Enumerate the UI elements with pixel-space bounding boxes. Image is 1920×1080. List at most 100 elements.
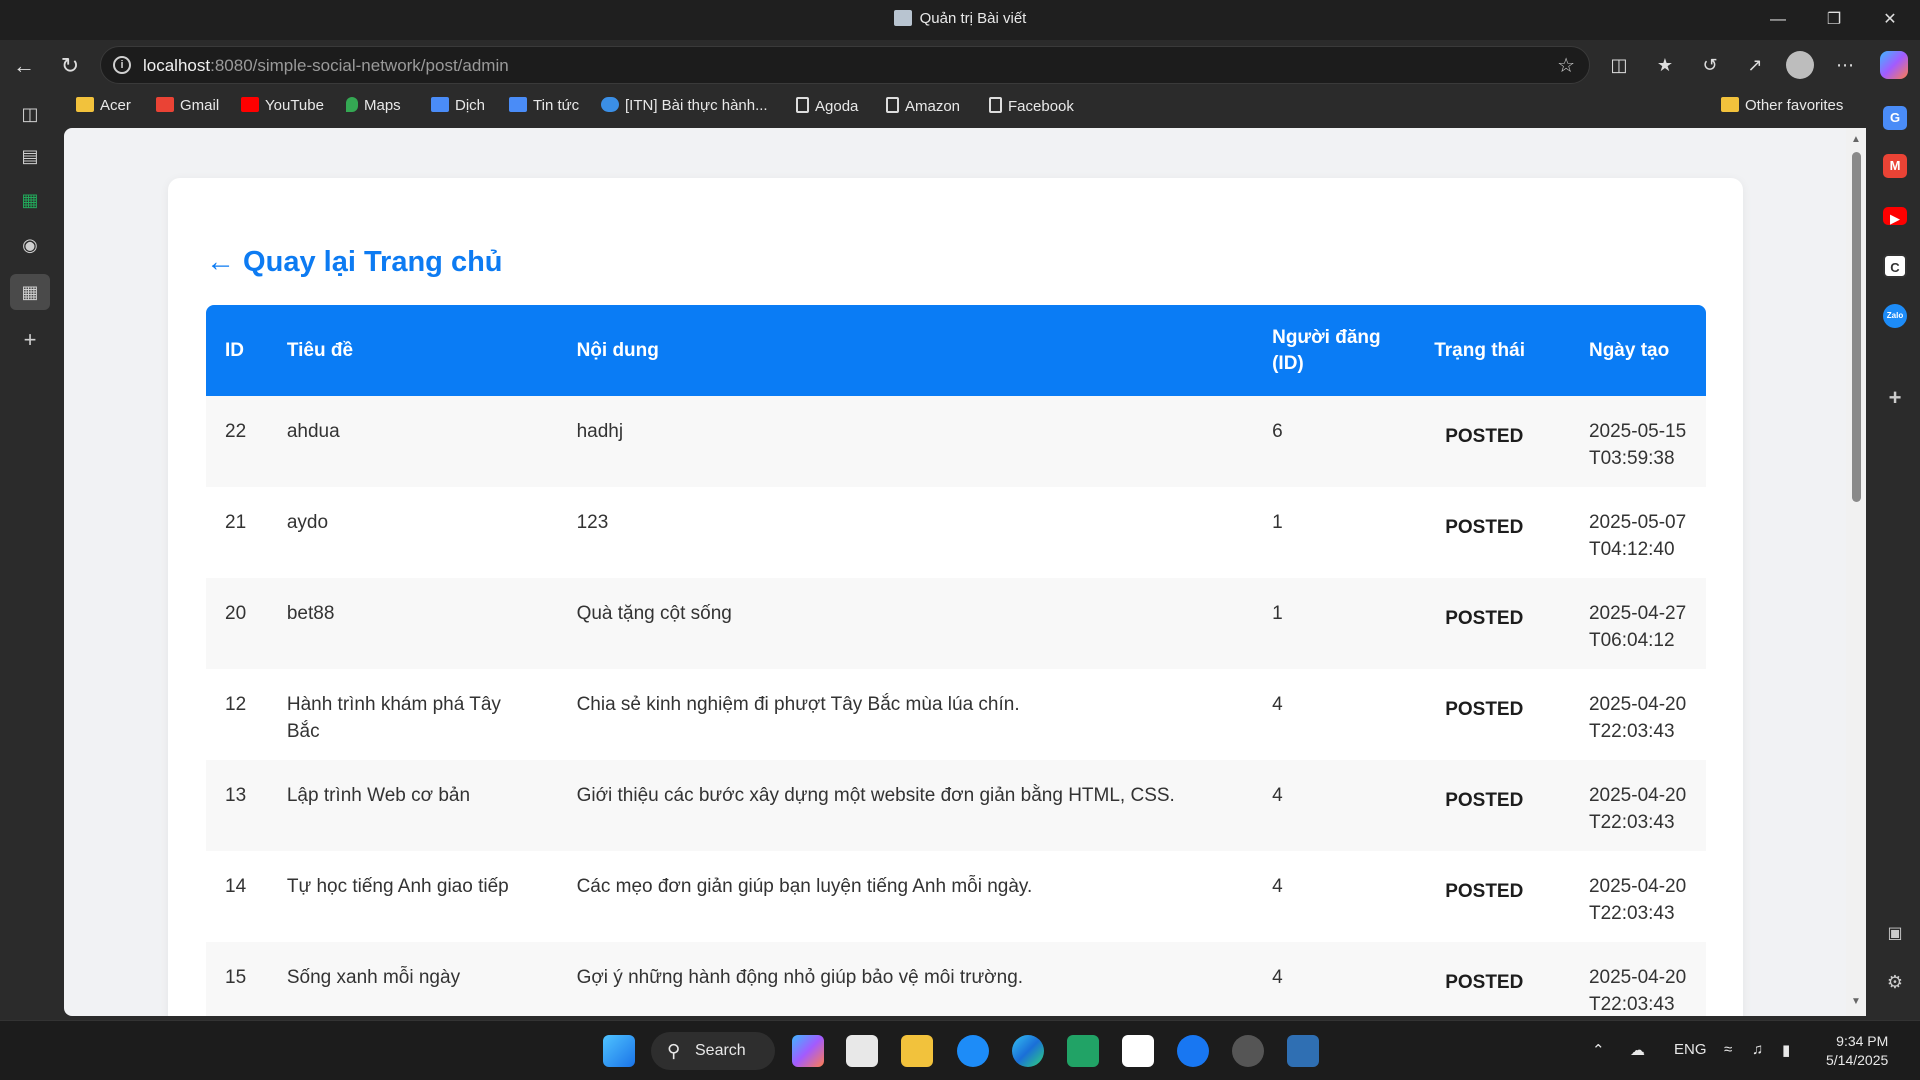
table-row: 21 aydo 123 1 POSTED 2025-05-07T04:12:40 [206, 487, 1706, 578]
clock[interactable]: 9:34 PM 5/14/2025 [1826, 1032, 1888, 1070]
onedrive-icon[interactable]: ☁ [1630, 1041, 1645, 1059]
volume-icon[interactable]: ♫ [1752, 1041, 1763, 1058]
folder-icon [76, 97, 94, 112]
url-text[interactable]: localhost:8080/simple-social-network/pos… [143, 56, 509, 76]
share-icon[interactable]: ↗ [1742, 52, 1768, 78]
posts-table: ID Tiêu đề Nội dung Người đăng (ID) Trạn… [206, 305, 1706, 1016]
cell-title: bet88 [267, 578, 558, 669]
window-title: Quản trị Bài viết [0, 10, 1920, 27]
wifi-icon[interactable]: ≈ [1724, 1041, 1732, 1058]
favorite-amazon[interactable]: Amazon [886, 97, 960, 115]
address-bar[interactable]: i localhost:8080/simple-social-network/p… [100, 46, 1590, 84]
minimize-button[interactable]: — [1760, 6, 1796, 34]
cell-status: POSTED [1415, 578, 1570, 669]
zalo-sidebar-icon[interactable]: Zalo [1883, 304, 1907, 328]
clock-time: 9:34 PM [1836, 1033, 1889, 1049]
restore-button[interactable]: ❐ [1816, 6, 1852, 34]
new-tab-icon[interactable]: + [18, 328, 42, 352]
cell-user: 1 [1253, 578, 1416, 669]
cell-status: POSTED [1415, 851, 1570, 942]
refresh-icon[interactable]: ↻ [56, 52, 84, 80]
cell-created: 2025-05-07T04:12:40 [1569, 487, 1706, 578]
favorite-dich[interactable]: Dịch [431, 97, 485, 114]
tab-icon[interactable]: ▤ [18, 144, 42, 168]
search-icon: ⚲ [667, 1041, 681, 1061]
start-windows-icon[interactable] [603, 1035, 635, 1067]
cell-content: Giới thiệu các bước xây dựng một website… [557, 760, 1254, 851]
table-row: 12 Hành trình khám phá Tây Bắc Chia sẻ k… [206, 669, 1706, 760]
back-arrow-icon[interactable]: ← [10, 52, 38, 80]
zalo-taskbar-icon[interactable] [957, 1035, 989, 1067]
cell-content: Quà tặng cột sống [557, 578, 1254, 669]
other-favorites[interactable]: Other favorites [1721, 97, 1843, 114]
cell-user: 4 [1253, 942, 1416, 1016]
split-screen-icon[interactable]: ◫ [1606, 52, 1632, 78]
history-icon[interactable]: ↺ [1697, 52, 1723, 78]
add-sidebar-icon[interactable]: + [1883, 386, 1907, 410]
favorite-youtube[interactable]: YouTube [241, 97, 324, 114]
favorite-star-icon[interactable]: ☆ [1557, 53, 1575, 78]
sheets-taskbar-icon[interactable] [1067, 1035, 1099, 1067]
table-row: 14 Tự học tiếng Anh giao tiếp Các mẹo đơ… [206, 851, 1706, 942]
cell-status: POSTED [1415, 396, 1570, 487]
favorite-gmail[interactable]: Gmail [156, 97, 219, 114]
table-row: 22 ahdua hadhj 6 POSTED 2025-05-15T03:59… [206, 396, 1706, 487]
page-scrollbar[interactable]: ▲ ▼ [1846, 128, 1866, 1016]
cell-id: 20 [206, 578, 268, 669]
favorite-maps[interactable]: Maps [346, 97, 401, 114]
show-hidden-icons-icon[interactable]: ⌃ [1592, 1041, 1605, 1059]
settings-gear-icon[interactable]: ⚙ [1883, 970, 1907, 994]
active-tab-icon[interactable]: ▦ [10, 274, 50, 310]
header-created: Ngày tạo [1569, 305, 1706, 396]
youtube-icon [241, 97, 259, 112]
youtube-sidebar-icon[interactable]: ▶ [1883, 207, 1907, 226]
favorites-bar: Acer Gmail YouTube Maps Dịch Tin tức [IT… [60, 90, 1870, 126]
right-sidebar: G M ▶ C Zalo + ▣ ⚙ [1870, 90, 1920, 1020]
screenshot-icon[interactable]: ▣ [1883, 922, 1907, 946]
store-icon[interactable] [846, 1035, 878, 1067]
back-to-home-link[interactable]: ← Quay lại Trang chủ [206, 246, 503, 279]
favorite-itn[interactable]: [ITN] Bài thực hành... [601, 97, 768, 114]
cell-id: 13 [206, 760, 268, 851]
favorite-tin-tuc[interactable]: Tin tức [509, 97, 579, 114]
cell-title: Sống xanh mỗi ngày [267, 942, 558, 1016]
language-indicator[interactable]: ENG [1674, 1041, 1707, 1058]
calendar-sidebar-icon[interactable]: C [1883, 254, 1907, 278]
clock-date: 5/14/2025 [1826, 1052, 1889, 1068]
cell-id: 14 [206, 851, 268, 942]
file-explorer-icon[interactable] [901, 1035, 933, 1067]
translate-sidebar-icon[interactable]: G [1883, 106, 1907, 130]
favorite-agoda[interactable]: Agoda [796, 97, 858, 115]
table-row: 20 bet88 Quà tặng cột sống 1 POSTED 2025… [206, 578, 1706, 669]
scrollbar-thumb[interactable] [1852, 152, 1861, 502]
header-content: Nội dung [557, 305, 1254, 396]
sheets-tab-icon[interactable]: ▦ [18, 188, 42, 212]
facebook-taskbar-icon[interactable] [1177, 1035, 1209, 1067]
tab-actions-icon[interactable]: ◫ [18, 102, 42, 126]
site-info-icon[interactable]: i [113, 56, 131, 74]
app-taskbar-icon[interactable] [1122, 1035, 1154, 1067]
table-header-row: ID Tiêu đề Nội dung Người đăng (ID) Trạn… [206, 305, 1706, 396]
close-button[interactable]: ✕ [1872, 6, 1908, 34]
table-row: 15 Sống xanh mỗi ngày Gợi ý những hành đ… [206, 942, 1706, 1016]
profile-avatar[interactable] [1786, 51, 1814, 79]
github-tab-icon[interactable]: ◉ [18, 233, 42, 257]
favorites-icon[interactable]: ★ [1652, 52, 1678, 78]
edge-icon[interactable] [1012, 1035, 1044, 1067]
battery-icon[interactable]: ▮ [1782, 1041, 1790, 1059]
favorite-acer[interactable]: Acer [76, 97, 131, 114]
gmail-sidebar-icon[interactable]: M [1883, 154, 1907, 178]
copilot-taskbar-icon[interactable] [792, 1035, 824, 1067]
scroll-up-icon[interactable]: ▲ [1850, 134, 1862, 145]
taskbar-search[interactable]: ⚲ Search [651, 1032, 775, 1070]
mysql-taskbar-icon[interactable] [1287, 1035, 1319, 1067]
cell-content: Chia sẻ kinh nghiệm đi phượt Tây Bắc mùa… [557, 669, 1254, 760]
settings-taskbar-icon[interactable] [1232, 1035, 1264, 1067]
cell-user: 4 [1253, 669, 1416, 760]
page-icon [886, 97, 899, 113]
scroll-down-icon[interactable]: ▼ [1850, 996, 1862, 1007]
more-options-icon[interactable]: ⋯ [1832, 52, 1858, 78]
copilot-icon[interactable] [1880, 51, 1908, 79]
favorite-facebook[interactable]: Facebook [989, 97, 1074, 115]
cell-title: Lập trình Web cơ bản [267, 760, 558, 851]
